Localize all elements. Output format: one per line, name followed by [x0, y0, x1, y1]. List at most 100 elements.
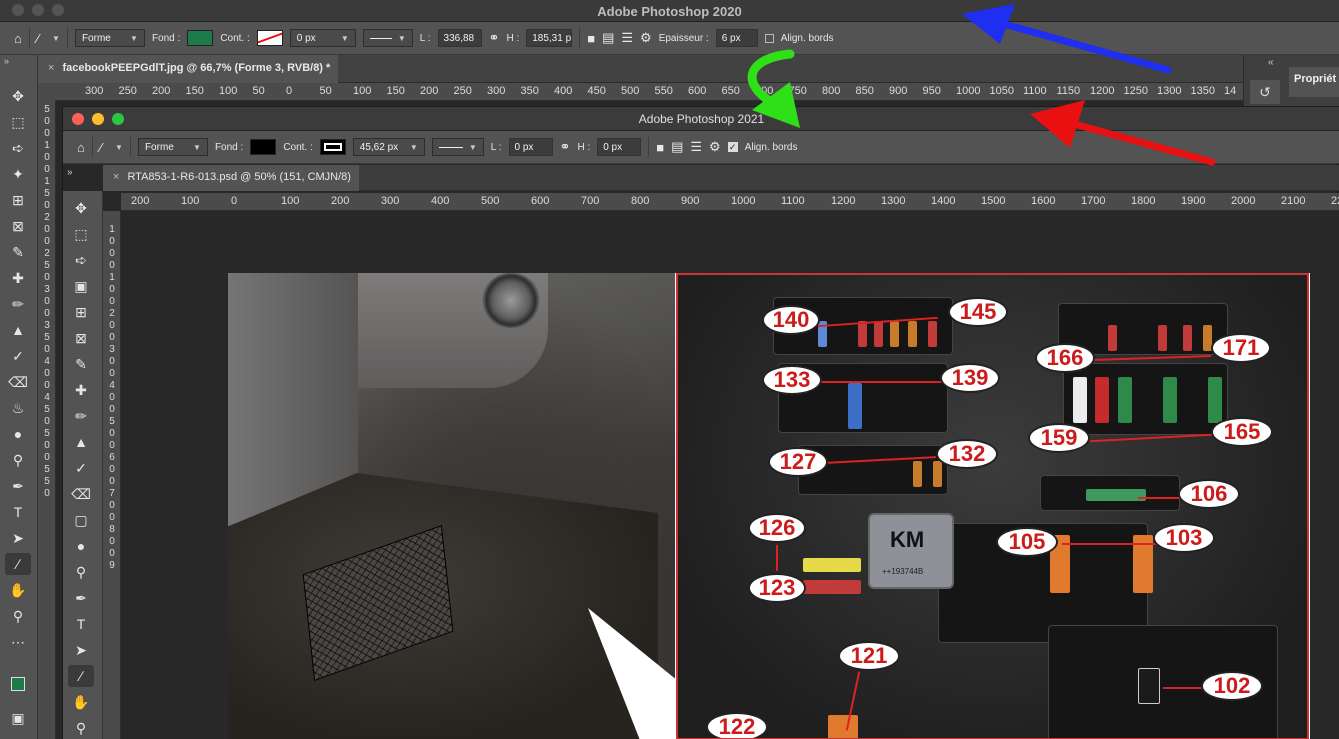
ruler-tick-label: 0: [44, 296, 50, 307]
brush-tool-icon[interactable]: ✏: [5, 293, 31, 315]
eraser-tool-icon[interactable]: ⌫: [5, 371, 31, 393]
stroke-type-select[interactable]: ▼: [431, 138, 484, 156]
healing-tool-icon[interactable]: ✚: [68, 379, 94, 401]
path-selection-icon[interactable]: ➤: [68, 639, 94, 661]
expand-icon[interactable]: »: [4, 56, 9, 66]
mode-select[interactable]: Forme ▼: [137, 138, 208, 156]
lasso-tool-icon[interactable]: ➪: [5, 137, 31, 159]
blur-tool-icon[interactable]: ●: [5, 423, 31, 445]
line-tool-icon[interactable]: ∕: [68, 665, 94, 687]
eyedropper-tool-icon[interactable]: ✎: [68, 353, 94, 375]
foreground-color-swatch[interactable]: [11, 677, 25, 691]
history-panel-icon[interactable]: ↺: [1250, 80, 1280, 104]
ruler-tick-label: 50: [319, 85, 332, 97]
marquee-tool-icon[interactable]: ⬚: [68, 223, 94, 245]
close-tab-icon[interactable]: ×: [113, 171, 119, 183]
ruler-tick-label: 0: [44, 236, 50, 247]
document-tab[interactable]: × RTA853-1-R6-013.psd @ 50% (151, CMJN/8): [103, 165, 359, 191]
quick-mask-icon[interactable]: ▣: [5, 707, 31, 729]
mode-select[interactable]: Forme ▼: [74, 29, 145, 47]
align-edges-checkbox[interactable]: ✓: [727, 142, 738, 152]
fuse-label: 105: [996, 527, 1058, 557]
gear-icon[interactable]: ⚙: [640, 30, 652, 46]
stroke-width-input[interactable]: 45,62 px ▼: [352, 138, 425, 156]
type-tool-icon[interactable]: T: [68, 613, 94, 635]
ruler-tick-label: 1: [44, 140, 50, 151]
history-brush-icon[interactable]: ✓: [5, 345, 31, 367]
gradient-tool-icon[interactable]: ▢: [68, 509, 94, 531]
more-tools-icon[interactable]: ⋯: [5, 631, 31, 653]
car-interior-photo: [228, 273, 683, 739]
eyedropper-tool-icon[interactable]: ✎: [5, 241, 31, 263]
stamp-tool-icon[interactable]: ▲: [68, 431, 94, 453]
path-alignment-icon[interactable]: ▤: [671, 139, 683, 155]
path-arrangement-icon[interactable]: ☰: [690, 139, 702, 155]
height-field[interactable]: 185,31 p: [526, 29, 573, 47]
healing-tool-icon[interactable]: ✚: [5, 267, 31, 289]
frame-tool-icon[interactable]: ⊠: [5, 215, 31, 237]
width-field[interactable]: 0 px: [508, 138, 553, 156]
collapse-icon[interactable]: «: [1268, 57, 1274, 68]
document-tab[interactable]: × facebookPEEPGdlT.jpg @ 66,7% (Forme 3, …: [38, 55, 339, 83]
path-operations-icon[interactable]: ■: [587, 31, 595, 46]
zoom-tool-icon[interactable]: ⚲: [68, 717, 94, 739]
blur-tool-icon[interactable]: ●: [68, 535, 94, 557]
chevron-down-icon[interactable]: ▼: [52, 34, 60, 43]
line-tool-icon[interactable]: ∕: [5, 553, 31, 575]
align-edges-checkbox[interactable]: [764, 33, 774, 43]
stroke-swatch[interactable]: [256, 30, 283, 46]
pen-tool-icon[interactable]: ✒: [5, 475, 31, 497]
fill-swatch[interactable]: [187, 30, 214, 46]
properties-tab[interactable]: Propriét: [1289, 67, 1339, 97]
type-tool-icon[interactable]: T: [5, 501, 31, 523]
line-tool-icon[interactable]: ∕: [37, 31, 39, 46]
home-icon[interactable]: ⌂: [77, 140, 85, 155]
path-alignment-icon[interactable]: ▤: [602, 30, 614, 46]
dodge-tool-icon[interactable]: ⚲: [5, 449, 31, 471]
brush-tool-icon[interactable]: ✏: [68, 405, 94, 427]
ruler-tick-label: 150: [386, 85, 405, 97]
hand-tool-icon[interactable]: ✋: [68, 691, 94, 713]
stroke-type-select[interactable]: ▼: [362, 29, 413, 47]
path-arrangement-icon[interactable]: ☰: [621, 30, 633, 46]
ruler-tick-label: 5: [44, 188, 50, 199]
path-selection-icon[interactable]: ➤: [5, 527, 31, 549]
lasso-tool-icon[interactable]: ➪: [68, 249, 94, 271]
ruler-tick-label: 0: [109, 464, 115, 475]
ruler-tick-label: 2: [44, 212, 50, 223]
dodge-tool-icon[interactable]: ⚲: [68, 561, 94, 583]
magic-wand-tool-icon[interactable]: ✦: [5, 163, 31, 185]
move-tool-icon[interactable]: ✥: [5, 85, 31, 107]
stroke-swatch[interactable]: [319, 139, 346, 155]
fuse-label: 145: [948, 297, 1008, 327]
eraser-tool-icon[interactable]: ⌫: [68, 483, 94, 505]
move-tool-icon[interactable]: ✥: [68, 197, 94, 219]
history-brush-icon[interactable]: ✓: [68, 457, 94, 479]
gear-icon[interactable]: ⚙: [709, 139, 721, 155]
marquee-tool-icon[interactable]: ⬚: [5, 111, 31, 133]
pen-tool-icon[interactable]: ✒: [68, 587, 94, 609]
expand-icon[interactable]: »: [67, 167, 73, 178]
weight-field[interactable]: 6 px: [715, 29, 758, 47]
crop-tool-icon[interactable]: ⊞: [5, 189, 31, 211]
paint-bucket-icon[interactable]: ♨: [5, 397, 31, 419]
stamp-tool-icon[interactable]: ▲: [5, 319, 31, 341]
link-icon[interactable]: ⚭: [560, 139, 571, 155]
ps2021-canvas[interactable]: KM ++193744B 140 145 133 139 166 171 159…: [121, 211, 1339, 739]
frame-tool-icon[interactable]: ⊠: [68, 327, 94, 349]
hand-tool-icon[interactable]: ✋: [5, 579, 31, 601]
fill-swatch[interactable]: [250, 139, 277, 155]
stroke-width-input[interactable]: 0 px ▼: [289, 29, 356, 47]
ruler-tick-label: 700: [755, 85, 774, 97]
path-operations-icon[interactable]: ■: [656, 140, 664, 155]
zoom-tool-icon[interactable]: ⚲: [5, 605, 31, 627]
home-icon[interactable]: ⌂: [14, 31, 22, 46]
line-tool-icon[interactable]: ∕: [100, 140, 102, 155]
crop-tool-icon[interactable]: ⊞: [68, 301, 94, 323]
link-icon[interactable]: ⚭: [489, 30, 500, 46]
object-selection-icon[interactable]: ▣: [68, 275, 94, 297]
close-tab-icon[interactable]: ×: [48, 62, 54, 74]
width-field[interactable]: 336,88: [437, 29, 482, 47]
chevron-down-icon[interactable]: ▼: [115, 143, 123, 152]
height-field[interactable]: 0 px: [597, 138, 642, 156]
